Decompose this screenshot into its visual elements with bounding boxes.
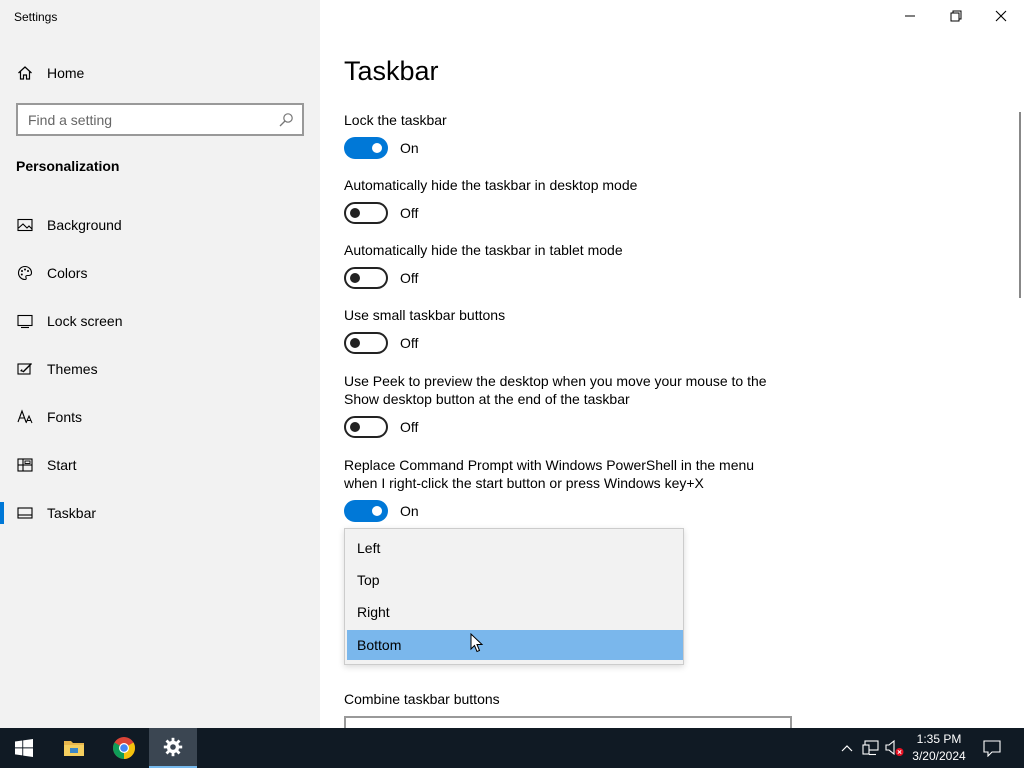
- taskbar: 1:35 PM 3/20/2024: [0, 728, 1024, 768]
- volume-button[interactable]: [885, 738, 905, 758]
- search-icon[interactable]: [278, 112, 294, 128]
- combine-buttons-label: Combine taskbar buttons: [344, 691, 500, 707]
- start-button[interactable]: [0, 728, 48, 768]
- mouse-cursor-icon: [470, 633, 484, 653]
- font-icon: [16, 408, 34, 426]
- lock-screen-icon: [16, 312, 34, 330]
- clock-date: 3/20/2024: [912, 749, 966, 763]
- network-button[interactable]: [861, 738, 881, 758]
- restore-button[interactable]: [933, 0, 979, 32]
- sidebar-item-label: Home: [47, 65, 85, 81]
- sidebar-item-themes[interactable]: Themes: [0, 349, 320, 389]
- settings-taskbar-button[interactable]: [149, 728, 197, 768]
- lock-taskbar-toggle[interactable]: On: [344, 137, 419, 159]
- taskbar-clock[interactable]: 1:35 PM 3/20/2024: [905, 731, 973, 765]
- chevron-up-icon: [841, 745, 853, 752]
- setting-label: Use small taskbar buttons: [344, 307, 506, 323]
- sidebar-item-background[interactable]: Background: [0, 205, 320, 245]
- autohide-tablet-toggle[interactable]: Off: [344, 267, 418, 289]
- dropdown-option-bottom[interactable]: Bottom: [347, 630, 683, 660]
- scrollbar-thumb[interactable]: [1019, 112, 1021, 298]
- setting-label: Use Peek to preview the desktop when you…: [344, 373, 767, 407]
- toggle-switch[interactable]: [344, 416, 388, 438]
- search-box[interactable]: [16, 103, 304, 136]
- notification-icon: [983, 740, 1001, 757]
- toggle-state: Off: [400, 270, 419, 286]
- taskbar-location-dropdown[interactable]: Left Top Right Bottom: [344, 528, 684, 665]
- start-icon: [16, 456, 34, 474]
- sidebar-item-label: Themes: [47, 361, 98, 377]
- home-icon: [16, 64, 34, 82]
- sidebar-item-label: Taskbar: [47, 505, 97, 521]
- chrome-button[interactable]: [100, 728, 148, 768]
- page-title: Taskbar: [344, 56, 439, 86]
- picture-icon: [16, 216, 34, 234]
- toggle-state: On: [400, 140, 419, 156]
- sidebar-item-label: Background: [47, 217, 122, 233]
- sidebar-item-label: Lock screen: [47, 313, 123, 329]
- palette-icon: [16, 264, 34, 282]
- action-center-button[interactable]: [982, 738, 1002, 758]
- toggle-state: Off: [400, 335, 419, 351]
- themes-icon: [16, 360, 34, 378]
- minimize-button[interactable]: [887, 0, 933, 32]
- close-button[interactable]: [978, 0, 1024, 32]
- peek-toggle[interactable]: Off: [344, 416, 418, 438]
- setting-label: Automatically hide the taskbar in tablet…: [344, 242, 623, 258]
- clock-time: 1:35 PM: [916, 732, 962, 746]
- toggle-switch[interactable]: [344, 202, 388, 224]
- sidebar-item-colors[interactable]: Colors: [0, 253, 320, 293]
- toggle-state: Off: [400, 419, 419, 435]
- dropdown-option-top[interactable]: Top: [347, 565, 683, 595]
- sidebar-item-lock-screen[interactable]: Lock screen: [0, 301, 320, 341]
- toggle-state: Off: [400, 205, 419, 221]
- minimize-icon: [905, 15, 915, 17]
- sidebar-item-fonts[interactable]: Fonts: [0, 397, 320, 437]
- sidebar-item-start[interactable]: Start: [0, 445, 320, 485]
- taskbar-icon: [16, 504, 34, 522]
- sidebar-item-home[interactable]: Home: [0, 53, 320, 93]
- toggle-switch[interactable]: [344, 332, 388, 354]
- dropdown-option-right[interactable]: Right: [347, 597, 683, 627]
- show-hidden-icons-button[interactable]: [837, 738, 857, 758]
- gear-icon: [163, 737, 183, 757]
- toggle-state: On: [400, 503, 419, 519]
- setting-label: Automatically hide the taskbar in deskto…: [344, 177, 638, 193]
- setting-label: Replace Command Prompt with Windows Powe…: [344, 457, 755, 491]
- toggle-switch[interactable]: [344, 267, 388, 289]
- close-icon: [995, 10, 1007, 22]
- sidebar-item-taskbar[interactable]: Taskbar: [0, 493, 320, 533]
- dropdown-option-left[interactable]: Left: [347, 533, 683, 563]
- sidebar-item-label: Fonts: [47, 409, 83, 425]
- app-title: Settings: [14, 10, 58, 24]
- setting-label: Lock the taskbar: [344, 112, 447, 128]
- search-input[interactable]: [18, 111, 268, 128]
- toggle-switch[interactable]: [344, 137, 388, 159]
- windows-icon: [15, 739, 33, 757]
- restore-icon: [950, 10, 962, 22]
- file-explorer-button[interactable]: [50, 728, 98, 768]
- chrome-icon: [113, 737, 135, 759]
- small-buttons-toggle[interactable]: Off: [344, 332, 418, 354]
- volume-muted-icon: [885, 739, 904, 756]
- autohide-desktop-toggle[interactable]: Off: [344, 202, 418, 224]
- powershell-toggle[interactable]: On: [344, 500, 419, 522]
- sidebar-item-label: Colors: [47, 265, 88, 281]
- network-icon: [862, 740, 879, 756]
- toggle-switch[interactable]: [344, 500, 388, 522]
- sidebar-item-label: Start: [47, 457, 77, 473]
- sidebar: Settings Home Personalization Background…: [0, 0, 320, 728]
- folder-icon: [64, 741, 84, 756]
- section-heading: Personalization: [16, 158, 120, 174]
